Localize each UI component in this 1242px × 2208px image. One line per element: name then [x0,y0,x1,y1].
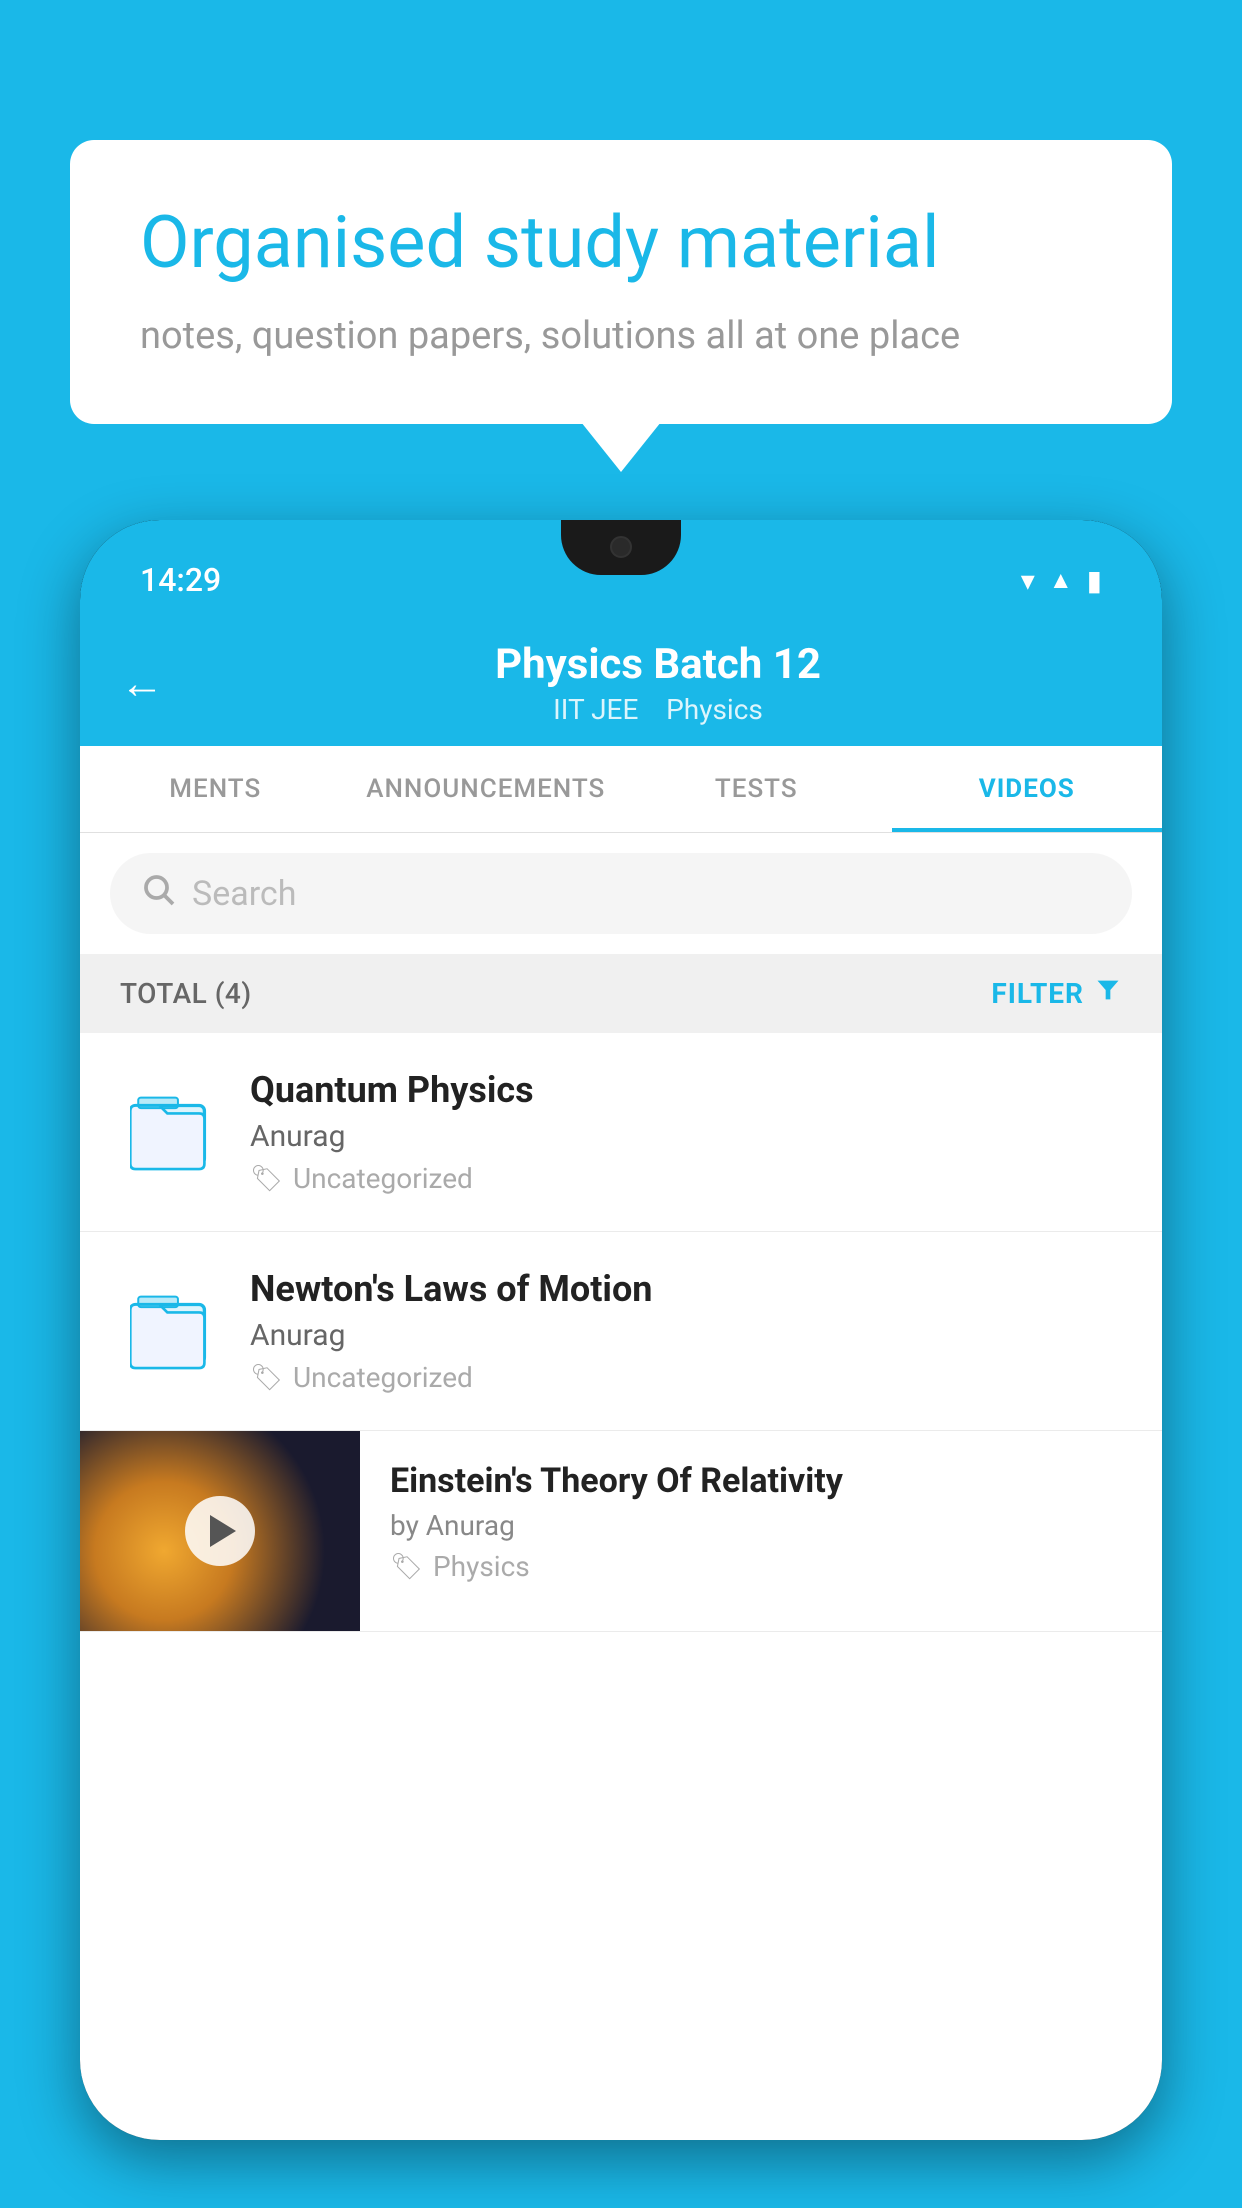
tag-label: Uncategorized [293,1162,473,1195]
subtitle-tag2: Physics [666,693,763,726]
speech-bubble-subtext: notes, question papers, solutions all at… [140,310,1102,363]
app-header: ← Physics Batch 12 IIT JEE Physics [80,620,1162,746]
phone-wrapper: 14:29 ← Physics Batch 12 IIT JEE [80,520,1162,2208]
tag-label: Uncategorized [293,1361,473,1394]
header-title: Physics Batch 12 [194,640,1122,689]
filter-icon [1094,976,1122,1011]
signal-icon [1049,566,1073,595]
video-title: Einstein's Theory Of Relativity [390,1461,1132,1501]
search-icon [140,871,176,916]
tag-icon: 🏷 [390,1552,423,1582]
header-subtitle: IIT JEE Physics [194,693,1122,726]
back-button[interactable]: ← [120,657,164,709]
filter-bar: TOTAL (4) FILTER [80,954,1162,1033]
play-icon [210,1515,236,1547]
speech-bubble: Organised study material notes, question… [70,140,1172,424]
status-time: 14:29 [140,561,221,599]
search-bar: Search [80,833,1162,954]
tag-icon: 🏷 [250,1164,283,1194]
speech-bubble-heading: Organised study material [140,200,1102,286]
list-item[interactable]: Einstein's Theory Of Relativity by Anura… [80,1431,1162,1632]
video-author: Anurag [250,1318,1122,1353]
tab-tests[interactable]: TESTS [621,746,892,832]
video-info: Einstein's Theory Of Relativity by Anura… [360,1431,1162,1613]
video-title: Newton's Laws of Motion [250,1268,1122,1310]
phone-frame: 14:29 ← Physics Batch 12 IIT JEE [80,520,1162,2140]
video-title: Quantum Physics [250,1069,1122,1111]
camera-icon [610,536,632,558]
list-item[interactable]: Quantum Physics Anurag 🏷 Uncategorized [80,1033,1162,1232]
video-thumbnail [80,1431,360,1631]
speech-bubble-container: Organised study material notes, question… [70,140,1172,424]
folder-icon [130,1286,210,1376]
battery-icon [1087,564,1102,597]
filter-button[interactable]: FILTER [991,976,1122,1011]
tab-videos[interactable]: VIDEOS [892,746,1163,832]
status-icons [1021,564,1102,597]
search-input-wrap[interactable]: Search [110,853,1132,934]
video-author: Anurag [250,1119,1122,1154]
play-button[interactable] [185,1496,255,1566]
filter-label: FILTER [991,977,1084,1010]
video-list: Quantum Physics Anurag 🏷 Uncategorized [80,1033,1162,1632]
list-item[interactable]: Newton's Laws of Motion Anurag 🏷 Uncateg… [80,1232,1162,1431]
video-tag-row: 🏷 Uncategorized [250,1361,1122,1394]
video-tag-row: 🏷 Uncategorized [250,1162,1122,1195]
tab-ments[interactable]: MENTS [80,746,351,832]
search-placeholder: Search [192,874,296,914]
notch [561,520,681,575]
folder-icon-container [120,1276,220,1386]
tag-icon: 🏷 [250,1363,283,1393]
folder-icon [130,1087,210,1177]
wifi-icon [1021,564,1035,597]
video-info: Quantum Physics Anurag 🏷 Uncategorized [250,1069,1122,1195]
tabs-bar: MENTS ANNOUNCEMENTS TESTS VIDEOS [80,746,1162,833]
header-title-group: Physics Batch 12 IIT JEE Physics [194,640,1122,726]
video-info: Newton's Laws of Motion Anurag 🏷 Uncateg… [250,1268,1122,1394]
total-count-label: TOTAL (4) [120,977,252,1010]
tab-announcements[interactable]: ANNOUNCEMENTS [351,746,622,832]
screen-content: ← Physics Batch 12 IIT JEE Physics MENTS… [80,620,1162,2140]
video-by-author: by Anurag [390,1509,1132,1542]
tag-label: Physics [433,1550,530,1583]
status-bar: 14:29 [80,520,1162,620]
subtitle-tag1: IIT JEE [553,693,638,726]
video-tag-row: 🏷 Physics [390,1550,1132,1583]
folder-icon-container [120,1077,220,1187]
